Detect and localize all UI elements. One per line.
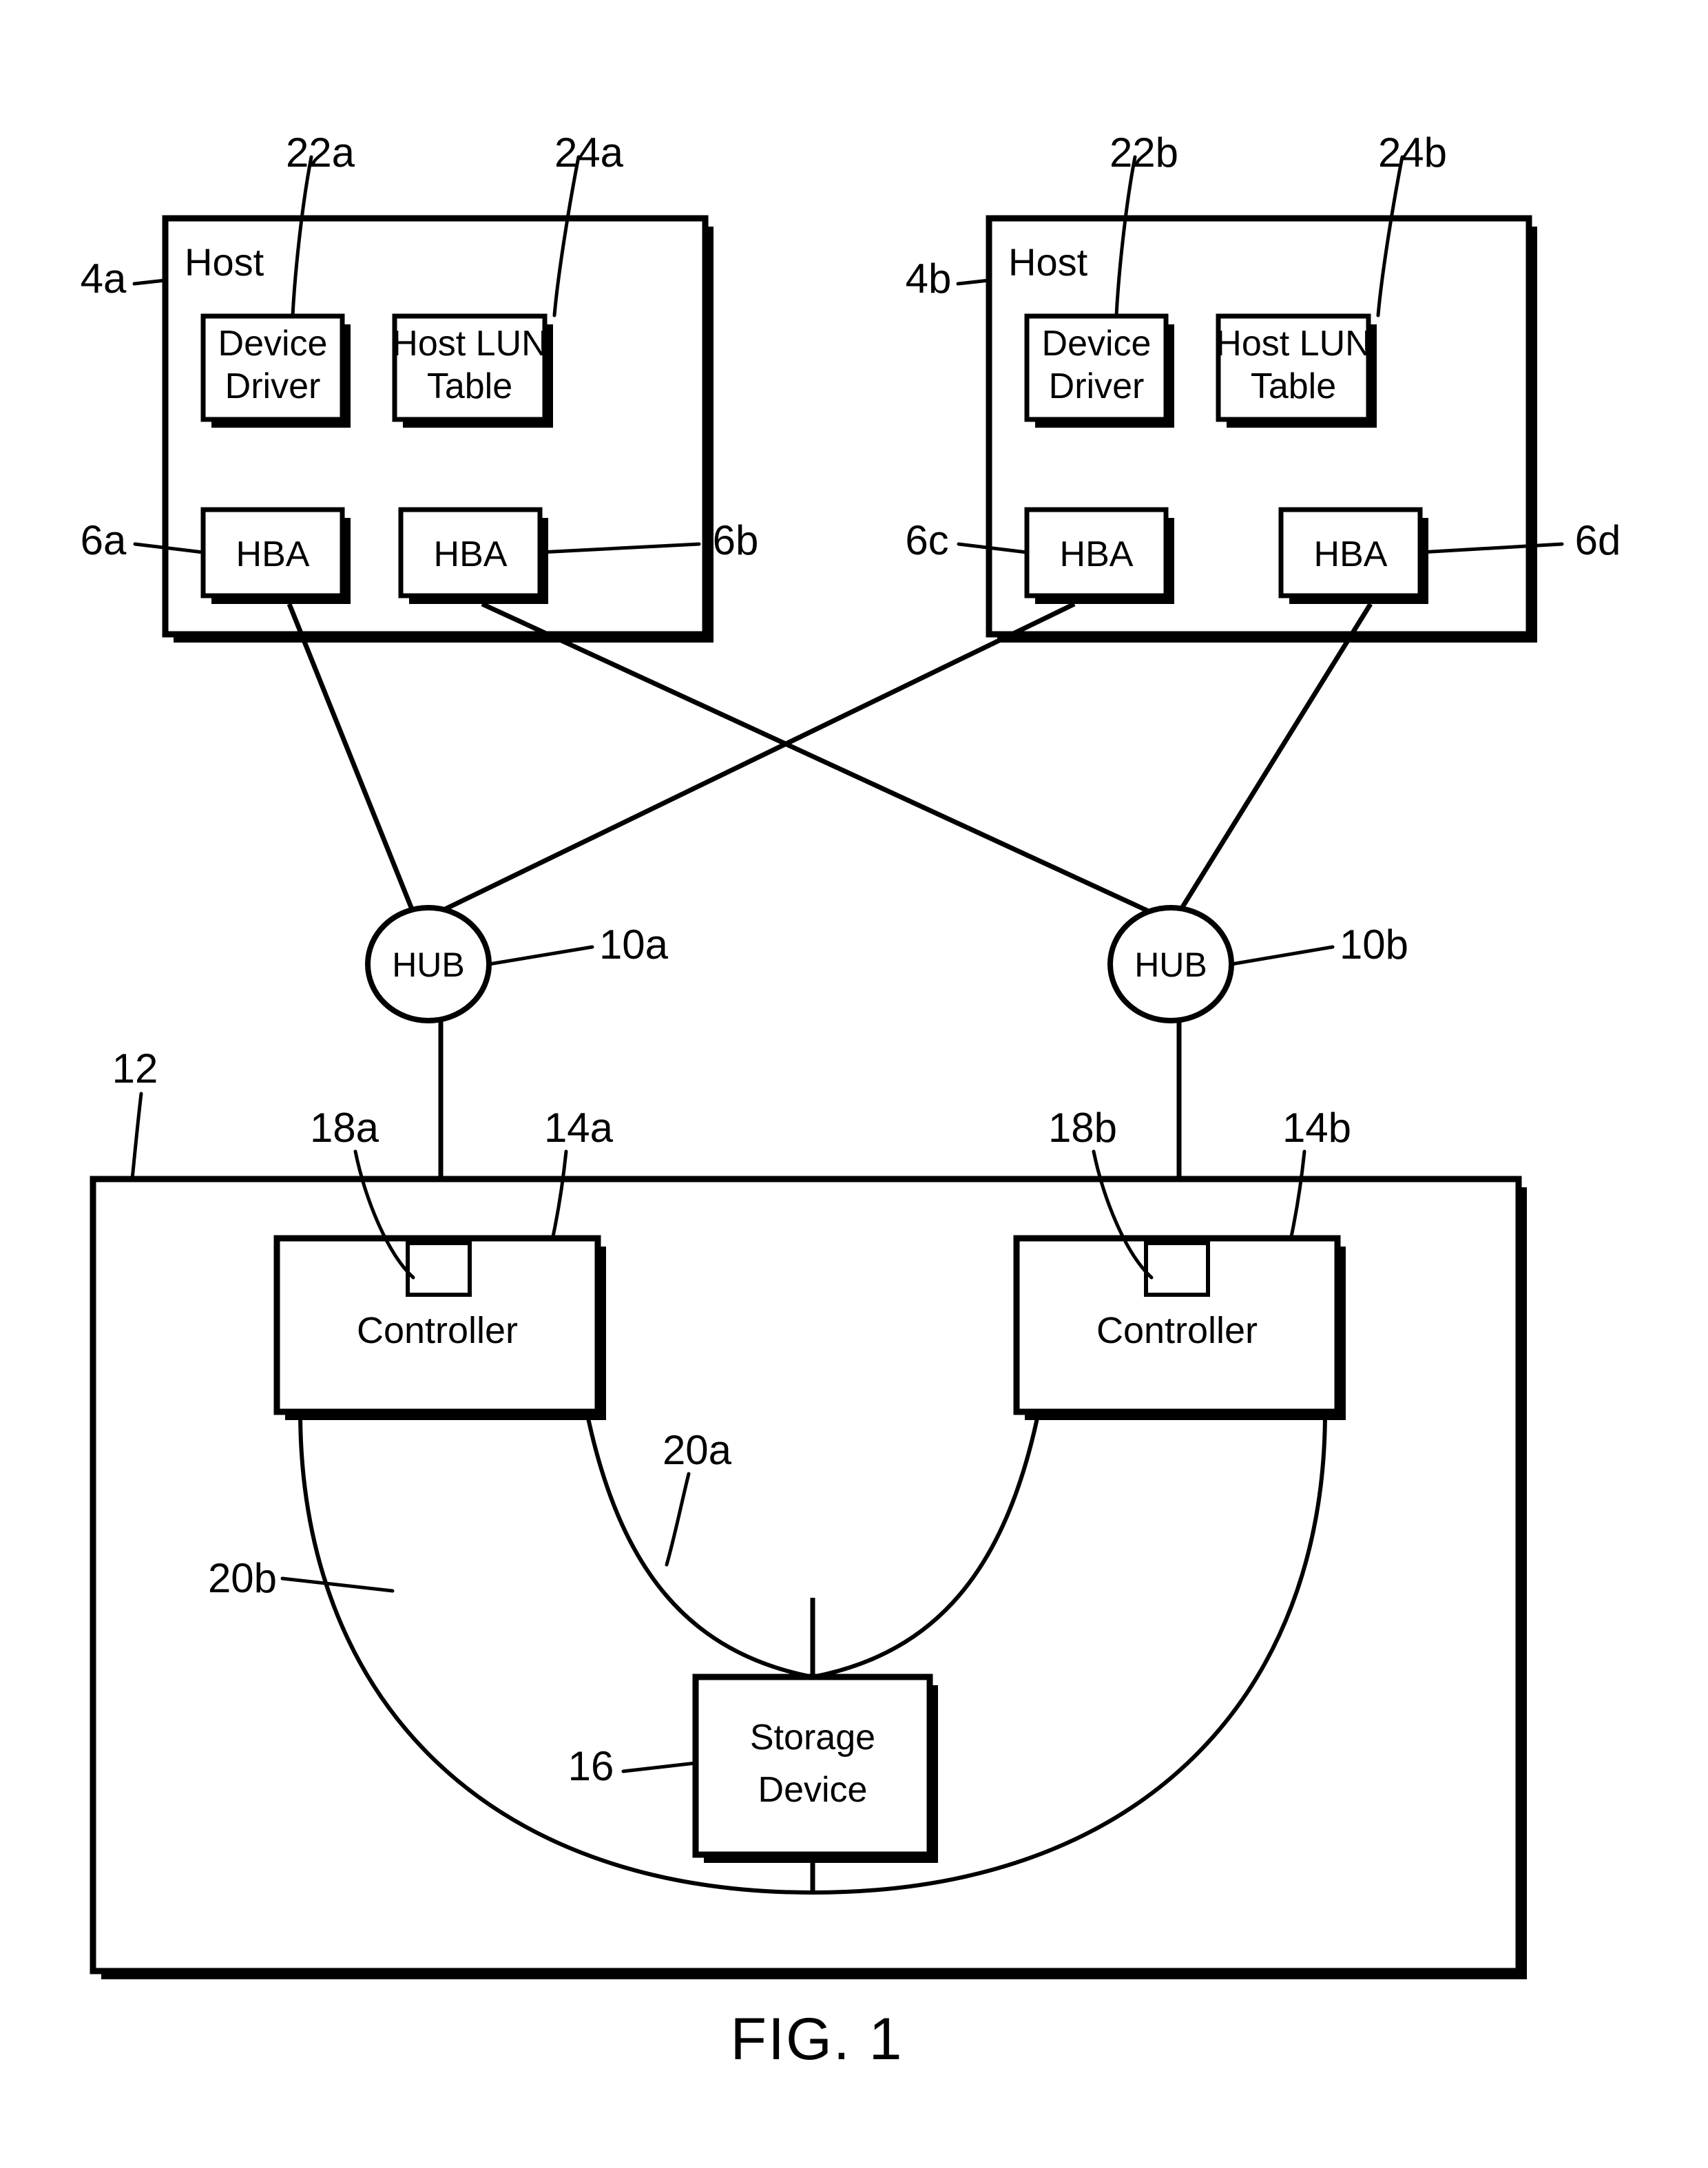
leader-12 — [130, 1092, 143, 1181]
ref-4a: 4a — [81, 256, 127, 302]
figure-caption: FIG. 1 — [731, 2006, 904, 2072]
leader-4a — [132, 278, 167, 286]
diagram-canvas: Host Device Driver Host LUN Table HBA HB… — [81, 129, 1621, 2072]
host-lun-table-b-label-line1: Host LUN — [1216, 324, 1371, 364]
device-driver-b-label-line1: Device — [1042, 324, 1152, 364]
ref-16: 16 — [568, 1743, 614, 1789]
ref-14a: 14a — [544, 1105, 614, 1151]
host-lun-table-a-label-line1: Host LUN — [392, 324, 547, 364]
host-b-label: Host — [1008, 240, 1088, 284]
device-driver-b-label-line2: Driver — [1049, 366, 1145, 406]
ref-22a: 22a — [286, 129, 355, 176]
ref-6d: 6d — [1575, 517, 1621, 563]
ref-24b: 24b — [1378, 129, 1447, 176]
ref-14b: 14b — [1282, 1105, 1351, 1151]
storage-device-box[interactable] — [692, 1674, 933, 1858]
storage-subsystem-group: 12 Controller 18a 14a Controller 18b 14b… — [90, 1045, 1527, 1979]
hub-10a-label: HUB — [392, 946, 465, 984]
ref-12: 12 — [112, 1045, 158, 1092]
leader-10a — [487, 945, 594, 966]
hba-6a-label: HBA — [236, 534, 310, 574]
controller-14b-label: Controller — [1096, 1310, 1258, 1351]
ref-18b: 18b — [1048, 1105, 1117, 1151]
hba-6c-label: HBA — [1060, 534, 1134, 574]
cable-hba6a-hub10a — [287, 603, 416, 914]
ref-24a: 24a — [554, 129, 624, 176]
hba-6d-label: HBA — [1314, 534, 1388, 574]
storage-device-label-line2: Device — [758, 1770, 868, 1810]
storage-device-label-line1: Storage — [750, 1718, 875, 1758]
ref-20a: 20a — [663, 1427, 732, 1473]
cable-hba6c-hub10a — [437, 601, 1076, 915]
ref-6b: 6b — [713, 517, 759, 563]
host-to-hub-cables — [287, 601, 1373, 915]
patent-figure: Host Device Driver Host LUN Table HBA HB… — [0, 0, 1708, 2168]
controller-14a-port[interactable] — [406, 1241, 472, 1297]
ref-20b: 20b — [208, 1555, 277, 1601]
host-group-b: Host Device Driver Host LUN Table HBA HB… — [905, 129, 1621, 643]
ref-6c: 6c — [905, 517, 948, 563]
ref-18a: 18a — [310, 1105, 379, 1151]
host-group-a: Host Device Driver Host LUN Table HBA HB… — [81, 129, 759, 643]
ref-10b: 10b — [1340, 921, 1408, 968]
device-driver-a-label-line1: Device — [218, 324, 328, 364]
leader-4b — [956, 278, 991, 286]
cable-hba6d-hub10b — [1177, 603, 1373, 914]
ref-22b: 22b — [1110, 129, 1178, 176]
leader-10b — [1229, 945, 1335, 966]
host-lun-table-b-label-line2: Table — [1251, 366, 1336, 406]
ref-10a: 10a — [599, 921, 669, 968]
cable-hba6b-hub10b — [481, 601, 1153, 915]
host-a-label: Host — [185, 240, 264, 284]
controller-14a-label: Controller — [357, 1310, 518, 1351]
ref-6a: 6a — [81, 517, 127, 563]
hub-10b-label: HUB — [1134, 946, 1207, 984]
controller-14b-port[interactable] — [1144, 1241, 1210, 1297]
host-lun-table-a-label-line2: Table — [427, 366, 512, 406]
hba-6b-label: HBA — [434, 534, 508, 574]
device-driver-a-label-line2: Driver — [225, 366, 321, 406]
ref-4b: 4b — [906, 256, 952, 302]
